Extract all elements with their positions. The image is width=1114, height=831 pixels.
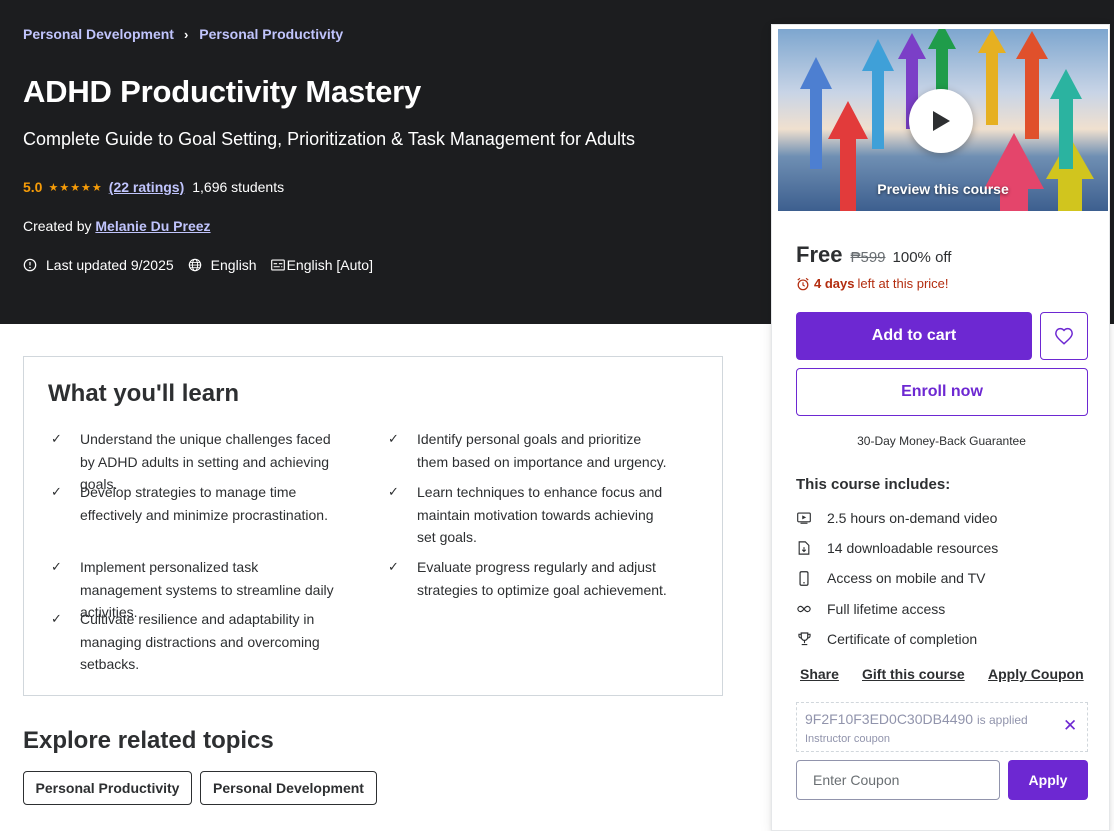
captions: English [Auto]	[270, 257, 373, 273]
check-icon: ✓	[388, 431, 399, 446]
include-item-resources: 14 downloadable resources	[796, 540, 998, 556]
play-icon[interactable]	[909, 89, 973, 153]
learn-item: ✓ Learn techniques to enhance focus and …	[385, 481, 675, 549]
coupon-type: Instructor coupon	[805, 733, 890, 745]
gift-course-link[interactable]: Gift this course	[862, 666, 965, 682]
include-item-video: 2.5 hours on-demand video	[796, 510, 997, 526]
coupon-code-value: 9F2F10F3ED0C30DB4490	[805, 711, 974, 727]
coupon-applied-text: is applied	[977, 713, 1028, 727]
remove-coupon-close-icon[interactable]: ✕	[1063, 716, 1077, 736]
learn-item: ✓ Cultivate resilience and adaptability …	[48, 608, 338, 676]
applied-coupon: 9F2F10F3ED0C30DB4490 is applied Instruct…	[796, 702, 1088, 752]
language-text: English	[210, 257, 257, 273]
created-by-label: Created by	[23, 218, 92, 234]
topic-personal-development[interactable]: Personal Development	[200, 771, 377, 805]
timer-text: left at this price!	[857, 276, 949, 291]
learn-title: What you'll learn	[48, 380, 240, 407]
created-by: Created by Melanie Du Preez	[23, 218, 211, 234]
include-item-certificate: Certificate of completion	[796, 631, 977, 647]
last-updated-text: Last updated 9/2025	[46, 257, 174, 273]
add-to-cart-button[interactable]: Add to cart	[796, 312, 1032, 360]
breadcrumb: Personal Development › Personal Producti…	[23, 26, 343, 42]
current-price: Free	[796, 242, 843, 267]
price-timer: 4 days left at this price!	[796, 276, 949, 291]
discount-label: 100% off	[892, 249, 952, 266]
mobile-icon	[796, 570, 812, 586]
globe-icon	[188, 258, 201, 272]
coupon-input[interactable]	[796, 760, 1000, 800]
language: English	[188, 257, 257, 273]
video-icon	[796, 512, 812, 524]
breadcrumb-personal-productivity[interactable]: Personal Productivity	[199, 26, 343, 42]
include-item-lifetime: Full lifetime access	[796, 601, 945, 617]
learn-item: ✓ Develop strategies to manage time effe…	[48, 481, 338, 526]
infinity-icon	[796, 605, 812, 613]
rating-row: 5.0 ★★★★★ (22 ratings) 1,696 students	[23, 179, 284, 195]
money-back-guarantee: 30-Day Money-Back Guarantee	[857, 434, 1026, 448]
captions-text: English [Auto]	[286, 257, 373, 273]
breadcrumb-personal-development[interactable]: Personal Development	[23, 26, 174, 42]
related-topics-title: Explore related topics	[23, 727, 274, 754]
last-updated: Last updated 9/2025	[23, 257, 174, 273]
alarm-clock-icon	[797, 277, 809, 290]
captions-icon	[270, 259, 285, 271]
timer-days: 4 days	[814, 276, 855, 291]
check-icon: ✓	[388, 559, 399, 574]
learn-item: ✓ Evaluate progress regularly and adjust…	[385, 556, 675, 601]
instructor-link[interactable]: Melanie Du Preez	[95, 218, 210, 234]
price-row: Free ₱599 100% off	[796, 242, 951, 268]
purchase-sidebar: Preview this course Free ₱599 100% off 4…	[771, 24, 1110, 831]
students-count: 1,696 students	[192, 179, 285, 195]
alert-clock-icon	[23, 258, 37, 272]
course-title: ADHD Productivity Mastery	[23, 74, 422, 109]
star-rating-icon: ★★★★★	[48, 181, 103, 194]
what-youll-learn-box: What you'll learn ✓ Understand the uniqu…	[23, 356, 723, 696]
heart-icon	[1055, 327, 1073, 345]
include-item-mobile: Access on mobile and TV	[796, 570, 986, 586]
check-icon: ✓	[51, 431, 62, 446]
preview-label: Preview this course	[877, 181, 1009, 197]
course-preview[interactable]: Preview this course	[778, 29, 1108, 211]
check-icon: ✓	[51, 484, 62, 499]
enroll-now-button[interactable]: Enroll now	[796, 368, 1088, 416]
course-meta: Last updated 9/2025 English English [Aut…	[23, 257, 387, 273]
learn-item: ✓ Identify personal goals and prioritize…	[385, 428, 675, 473]
coupon-code: 9F2F10F3ED0C30DB4490 is applied	[805, 711, 1028, 727]
topic-personal-productivity[interactable]: Personal Productivity	[23, 771, 192, 805]
check-icon: ✓	[51, 611, 62, 626]
download-file-icon	[796, 541, 812, 555]
trophy-icon	[796, 632, 812, 646]
check-icon: ✓	[388, 484, 399, 499]
ratings-count-link[interactable]: (22 ratings)	[109, 179, 184, 195]
apply-coupon-link[interactable]: Apply Coupon	[988, 666, 1084, 682]
includes-title: This course includes:	[796, 476, 951, 493]
original-price: ₱599	[850, 249, 886, 266]
course-subtitle: Complete Guide to Goal Setting, Prioriti…	[23, 129, 635, 149]
share-link[interactable]: Share	[800, 666, 839, 682]
check-icon: ✓	[51, 559, 62, 574]
wishlist-button[interactable]	[1040, 312, 1088, 360]
chevron-right-icon: ›	[183, 26, 189, 42]
apply-coupon-button[interactable]: Apply	[1008, 760, 1088, 800]
rating-value: 5.0	[23, 179, 43, 195]
